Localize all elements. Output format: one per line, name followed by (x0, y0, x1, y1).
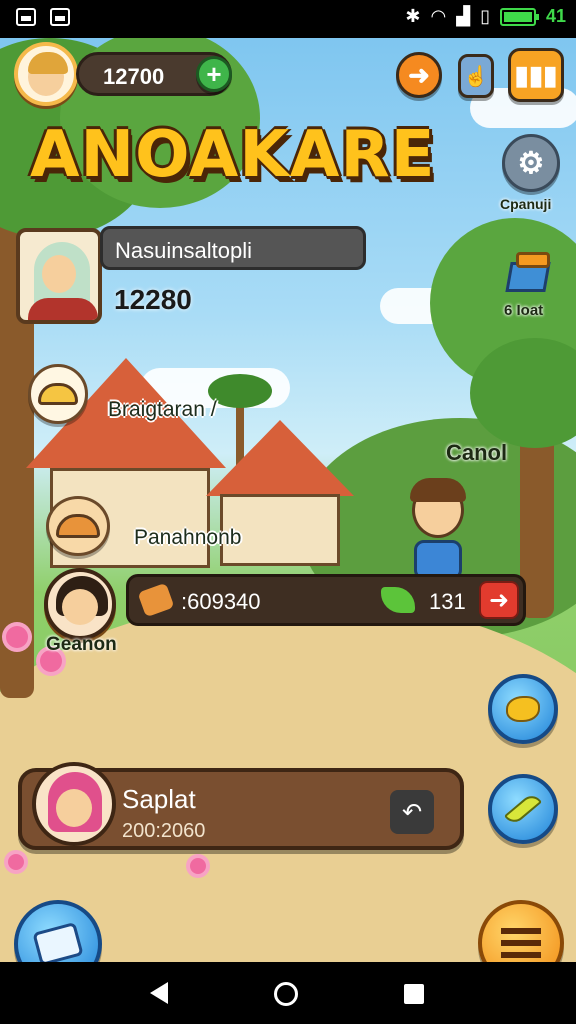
flower-decoration (6, 626, 28, 648)
helmet-quest-icon[interactable] (28, 364, 88, 424)
gallery-icon (16, 8, 36, 26)
back-icon[interactable] (150, 982, 168, 1004)
screenshot-icon (50, 8, 70, 26)
flower-decoration (190, 858, 206, 874)
friend-label: Geanon (46, 634, 117, 655)
settings-gear-button[interactable]: ⚙ (502, 134, 560, 192)
message-time: 200:2060 (122, 820, 206, 842)
home-icon[interactable] (274, 982, 298, 1006)
profile-score: 12280 (114, 284, 192, 315)
quest-label-2[interactable]: Panahnonb (134, 526, 241, 550)
signal-icon: ▟ (456, 6, 471, 26)
message-card[interactable]: Saplat 200:2060 ↶ (18, 762, 464, 850)
add-coins-button[interactable]: + (196, 56, 232, 92)
status-bar: ✱ ◠ ▟ ▯ 41 (0, 0, 576, 38)
food-icon (137, 582, 175, 618)
coin-amount: 12700 (103, 64, 165, 89)
friend-avatar[interactable] (44, 568, 116, 640)
wifi-icon: ◠ (430, 6, 447, 26)
hand-pointer-button[interactable]: ☝ (458, 54, 494, 98)
status-time: 41 (545, 6, 566, 26)
hat-quest-icon[interactable] (46, 496, 110, 556)
sim-icon: ▯ (480, 6, 490, 26)
gem-amount: 131 (429, 589, 466, 614)
flower-decoration (8, 854, 24, 870)
game-title: ANOAKARE (30, 118, 436, 192)
shop-label: 6 Ioat (504, 302, 544, 319)
character-label: Canol (446, 440, 508, 465)
battery-icon (499, 7, 539, 26)
player-avatar[interactable] (14, 42, 78, 106)
settings-label: Cpanuji (500, 196, 552, 212)
bluetooth-icon: ✱ (405, 6, 421, 26)
system-nav-bar (0, 962, 576, 1024)
reply-button[interactable]: ↶ (390, 790, 434, 834)
message-avatar (32, 762, 116, 846)
resource-bar: :609340 131 ➜ (126, 574, 526, 626)
arrow-right-button[interactable]: ➜ (396, 52, 442, 98)
profile-name-bar: Nasuinsaltopli (100, 226, 366, 270)
leaf-icon (381, 587, 415, 613)
stats-button[interactable]: ▮▮▮ (508, 48, 564, 102)
shop-icon[interactable] (502, 252, 556, 296)
message-sender: Saplat (122, 784, 196, 814)
boy-character[interactable] (408, 478, 468, 582)
resource-next-button[interactable]: ➜ (479, 581, 519, 619)
quest-label-1[interactable]: Braigtaran / (108, 398, 217, 422)
profile-name: Nasuinsaltopli (115, 238, 252, 263)
feather-button[interactable] (488, 774, 558, 844)
food-amount: :609340 (181, 589, 261, 614)
goldfish-button[interactable] (488, 674, 558, 744)
profile-portrait[interactable] (16, 228, 102, 324)
recents-icon[interactable] (404, 984, 424, 1004)
